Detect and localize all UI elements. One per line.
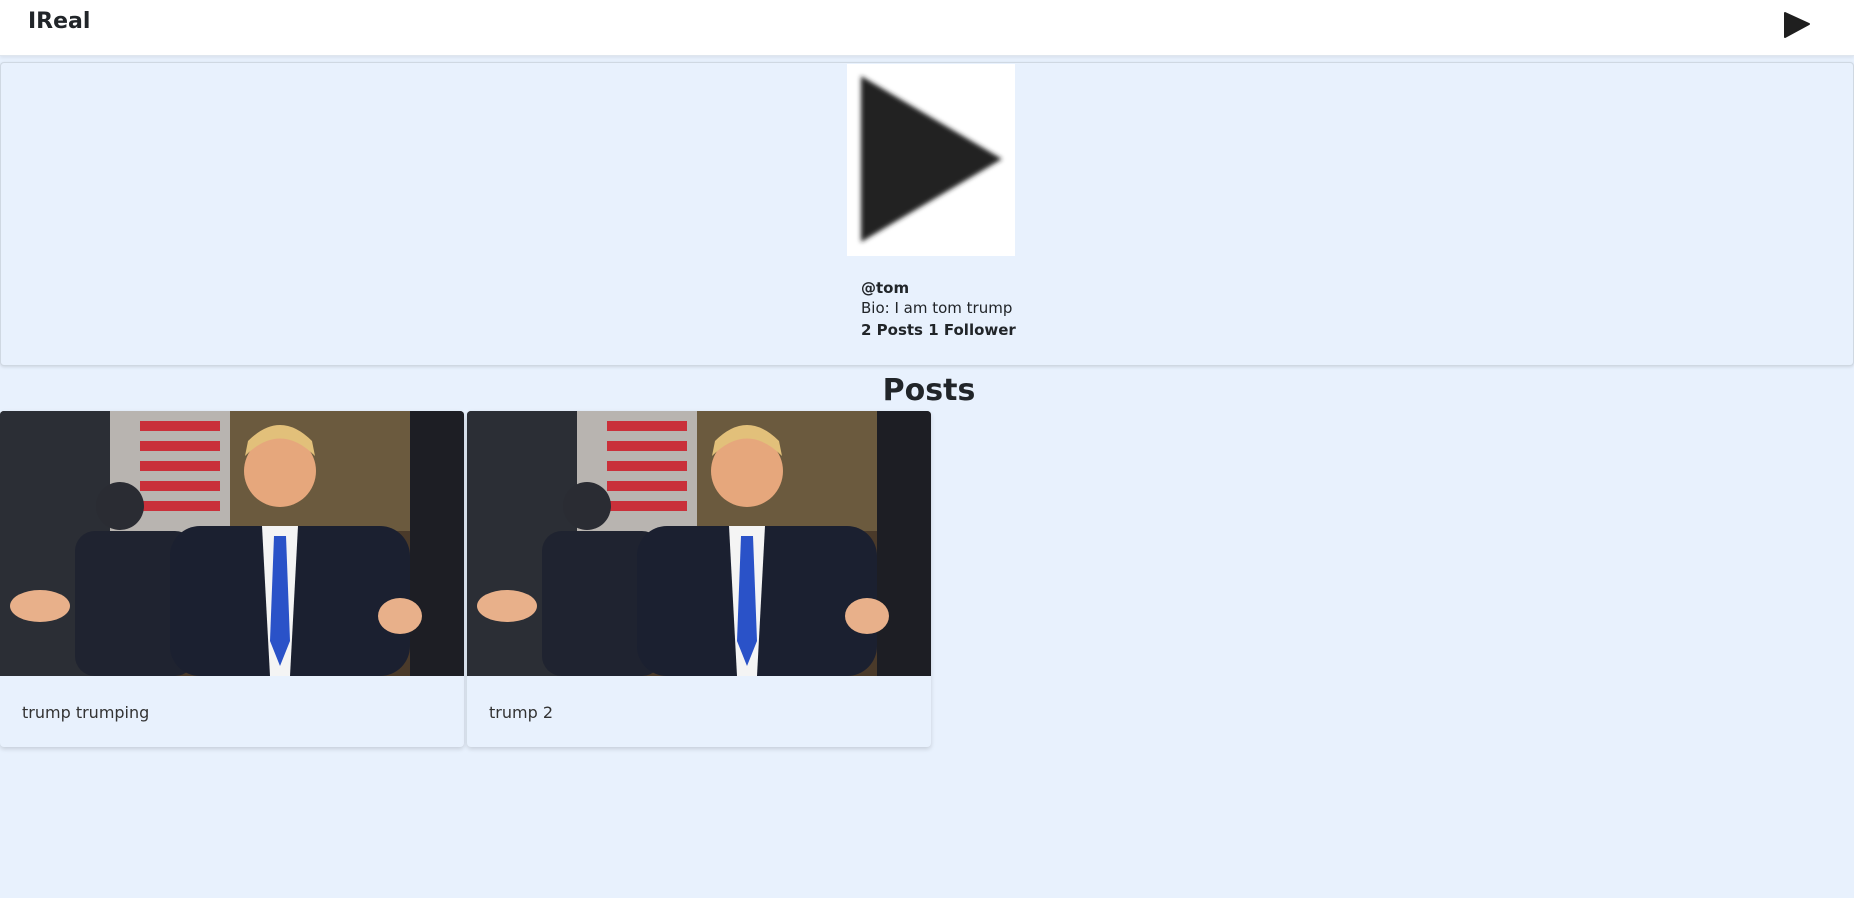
profile-card: @tom Bio: I am tom trump 2 Posts 1 Follo… xyxy=(0,62,1854,366)
post-image xyxy=(0,411,464,676)
brand-logo-link[interactable]: IReal xyxy=(28,9,90,34)
profile-picture xyxy=(847,64,1015,256)
posts-heading: Posts xyxy=(882,373,976,408)
profile-bio: Bio: I am tom trump xyxy=(861,299,1013,317)
user-avatar-button[interactable] xyxy=(1782,10,1812,40)
post-image xyxy=(467,411,931,676)
profile-handle: @tom xyxy=(861,279,910,297)
play-triangle-icon xyxy=(1784,12,1810,38)
post-card[interactable]: trump trumping xyxy=(0,411,464,747)
profile-stats: 2 Posts 1 Follower xyxy=(861,321,1016,339)
post-caption: trump 2 xyxy=(489,703,553,722)
play-triangle-icon xyxy=(861,76,1002,242)
top-navbar: IReal xyxy=(0,0,1854,56)
post-caption: trump trumping xyxy=(22,703,150,722)
post-card[interactable]: trump 2 xyxy=(467,411,931,747)
